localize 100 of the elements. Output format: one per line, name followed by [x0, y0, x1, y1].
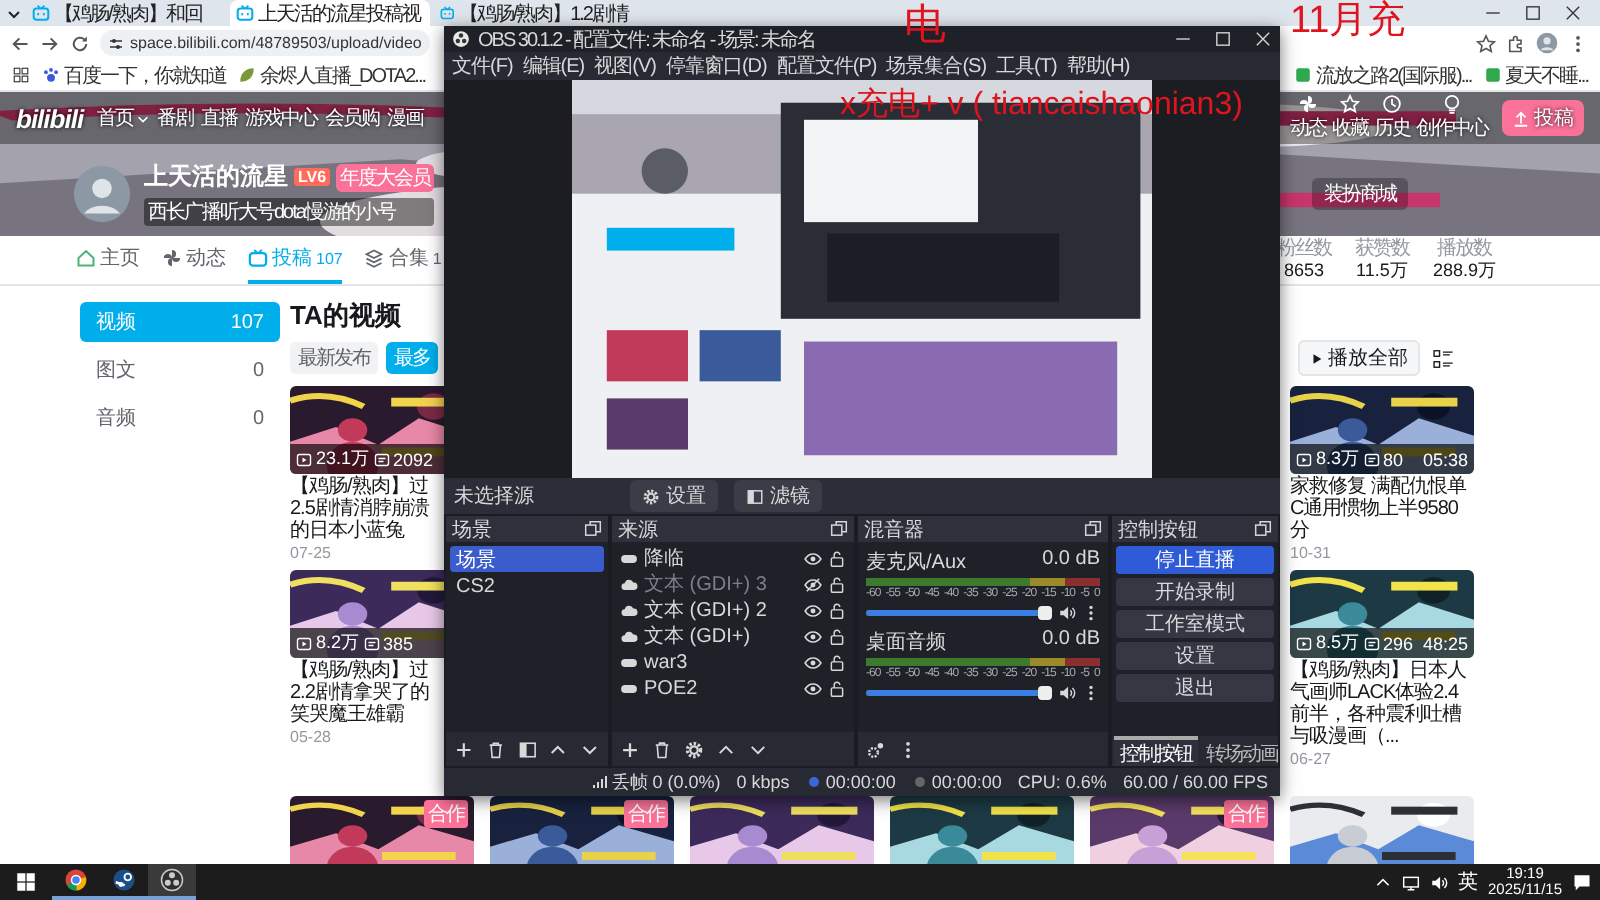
- menu-item[interactable]: 文件(F): [452, 52, 513, 80]
- notification-icon[interactable]: [1572, 872, 1592, 892]
- volume-icon[interactable]: [1430, 873, 1449, 891]
- source-item[interactable]: POE2: [644, 677, 798, 699]
- bookmark-star-icon[interactable]: [1476, 33, 1496, 53]
- lock-icon[interactable]: [828, 601, 846, 619]
- eye-icon[interactable]: [804, 679, 822, 697]
- banner-button[interactable]: 装扮商城: [1312, 177, 1408, 209]
- menu-item[interactable]: 工具(T): [996, 52, 1057, 80]
- reload-icon[interactable]: [70, 33, 90, 53]
- speaker-icon[interactable]: [1058, 604, 1076, 622]
- dock-tab[interactable]: 控制按钮: [1114, 736, 1198, 766]
- source-item[interactable]: 降临: [644, 544, 798, 572]
- control-button[interactable]: 设置: [1116, 642, 1274, 670]
- menu-item[interactable]: 配置文件(P): [776, 52, 877, 80]
- eye-slash-icon[interactable]: [804, 575, 822, 593]
- lock-icon[interactable]: [828, 575, 846, 593]
- lock-icon[interactable]: [828, 627, 846, 645]
- trash-icon[interactable]: [485, 739, 506, 759]
- nav-link[interactable]: 漫画: [387, 104, 424, 132]
- site-logo[interactable]: bilibili: [16, 103, 84, 133]
- video-title[interactable]: 【鸡肠/熟肉】过2.2剧情拿哭了的笑哭魔王雄霸: [290, 660, 444, 726]
- tray-overflow-icon[interactable]: [1374, 873, 1393, 891]
- profile-tab[interactable]: 主页: [76, 236, 140, 284]
- slider-thumb[interactable]: [1038, 606, 1053, 620]
- bookmark[interactable]: 夏天不睡...: [1483, 61, 1588, 89]
- browser-tab[interactable]: 【鸡肠/熟肉】1.2剧情: [434, 0, 634, 26]
- eye-icon[interactable]: [804, 549, 822, 567]
- source-item[interactable]: 文本 (GDI+) 3: [644, 570, 798, 598]
- site-info-icon[interactable]: [108, 35, 124, 51]
- extensions-icon[interactable]: [1506, 33, 1526, 53]
- nav-link[interactable]: 创作中心: [1416, 94, 1488, 142]
- maximize-icon[interactable]: [1524, 4, 1542, 22]
- nav-link[interactable]: 番剧: [157, 104, 194, 132]
- video-title[interactable]: 【鸡肠/熟肉】过2.5剧情消脖崩溃的日本小蓝兔: [290, 476, 444, 542]
- menu-item[interactable]: 停靠窗口(D): [665, 52, 767, 80]
- lock-icon[interactable]: [828, 653, 846, 671]
- source-item[interactable]: 文本 (GDI+) 2: [644, 596, 798, 624]
- nav-link[interactable]: 会员购: [325, 104, 380, 132]
- list-view-icon[interactable]: [1432, 347, 1454, 369]
- bookmark[interactable]: 流放之路2(国际服)...: [1294, 61, 1472, 89]
- speaker-icon[interactable]: [1058, 684, 1076, 702]
- eye-icon[interactable]: [804, 627, 822, 645]
- gear-icon[interactable]: [684, 739, 704, 759]
- nav-link[interactable]: 游戏中心: [245, 104, 318, 132]
- taskbar-button[interactable]: [52, 864, 100, 900]
- start-icon[interactable]: [16, 872, 36, 892]
- lock-icon[interactable]: [828, 549, 846, 567]
- play-all-button[interactable]: 播放全部: [1298, 340, 1420, 376]
- nav-link[interactable]: 直播: [201, 104, 238, 132]
- input-method[interactable]: 英: [1458, 868, 1479, 896]
- video-title[interactable]: 【鸡肠/熟肉】日本人气画师LACK体验2.4前半，各种震利吐槽与吸漫画（...: [1290, 660, 1474, 748]
- bookmark[interactable]: 余烬人直播_DOTA2...: [238, 61, 425, 89]
- apps-icon[interactable]: [12, 66, 30, 84]
- source-item[interactable]: 文本 (GDI+): [644, 622, 798, 650]
- address-field[interactable]: space.bilibili.com/48789503/upload/video: [100, 30, 430, 56]
- dock-tab[interactable]: 转场动画: [1200, 736, 1278, 766]
- browser-tab[interactable]: 【鸡肠/熟肉】和回: [26, 0, 226, 26]
- tab-list-icon[interactable]: [6, 5, 22, 21]
- profile-avatar-icon[interactable]: [1536, 32, 1558, 54]
- profile-tab[interactable]: 动态: [162, 236, 226, 284]
- undock-icon[interactable]: [1254, 520, 1272, 538]
- control-button[interactable]: 开始录制: [1116, 578, 1274, 606]
- back-icon[interactable]: [10, 33, 30, 53]
- lock-icon[interactable]: [828, 679, 846, 697]
- close-icon[interactable]: [1564, 4, 1582, 22]
- trash-icon[interactable]: [652, 739, 672, 759]
- forward-icon[interactable]: [40, 33, 60, 53]
- network-icon[interactable]: [1402, 873, 1421, 891]
- sidebar-item[interactable]: 音频 0: [80, 398, 280, 438]
- eye-icon[interactable]: [804, 653, 822, 671]
- video-title[interactable]: 家救修复 满配仇恨单C通用惯物上半9580分: [1290, 476, 1474, 542]
- panel-icon[interactable]: [517, 739, 537, 759]
- nav-link[interactable]: 首页: [97, 104, 150, 132]
- control-button[interactable]: 停止直播: [1116, 546, 1274, 574]
- slider-thumb[interactable]: [1038, 686, 1053, 700]
- sidebar-item[interactable]: 图文 0: [80, 350, 280, 390]
- source-item[interactable]: war3: [644, 651, 798, 673]
- control-button[interactable]: 退出: [1116, 674, 1274, 702]
- properties-button[interactable]: 设置: [630, 480, 718, 512]
- browser-tab[interactable]: 上天活的流星投稿视: [230, 0, 430, 26]
- menu-item[interactable]: 视图(V): [594, 52, 656, 80]
- undock-icon[interactable]: [584, 520, 602, 538]
- menu-item[interactable]: 场景集合(S): [886, 52, 987, 80]
- menu-item[interactable]: 帮助(H): [1066, 52, 1130, 80]
- eye-icon[interactable]: [804, 601, 822, 619]
- sort-button[interactable]: 最新发布: [290, 342, 378, 374]
- scene-item[interactable]: CS2: [450, 574, 604, 600]
- undock-icon[interactable]: [830, 520, 848, 538]
- paw-icon: [42, 66, 60, 84]
- undock-icon[interactable]: [1084, 520, 1102, 538]
- add-icon[interactable]: [620, 739, 640, 759]
- filters-button[interactable]: 滤镜: [734, 480, 822, 512]
- menu-item[interactable]: 编辑(E): [522, 52, 585, 80]
- bookmark[interactable]: 百度一下，你就知道: [42, 61, 226, 89]
- add-icon[interactable]: [454, 739, 474, 759]
- scene-item[interactable]: 场景: [450, 546, 604, 572]
- profile-tab[interactable]: 合集 1: [364, 236, 442, 284]
- control-button[interactable]: 工作室模式: [1116, 610, 1274, 638]
- taskbar-button[interactable]: [148, 864, 196, 900]
